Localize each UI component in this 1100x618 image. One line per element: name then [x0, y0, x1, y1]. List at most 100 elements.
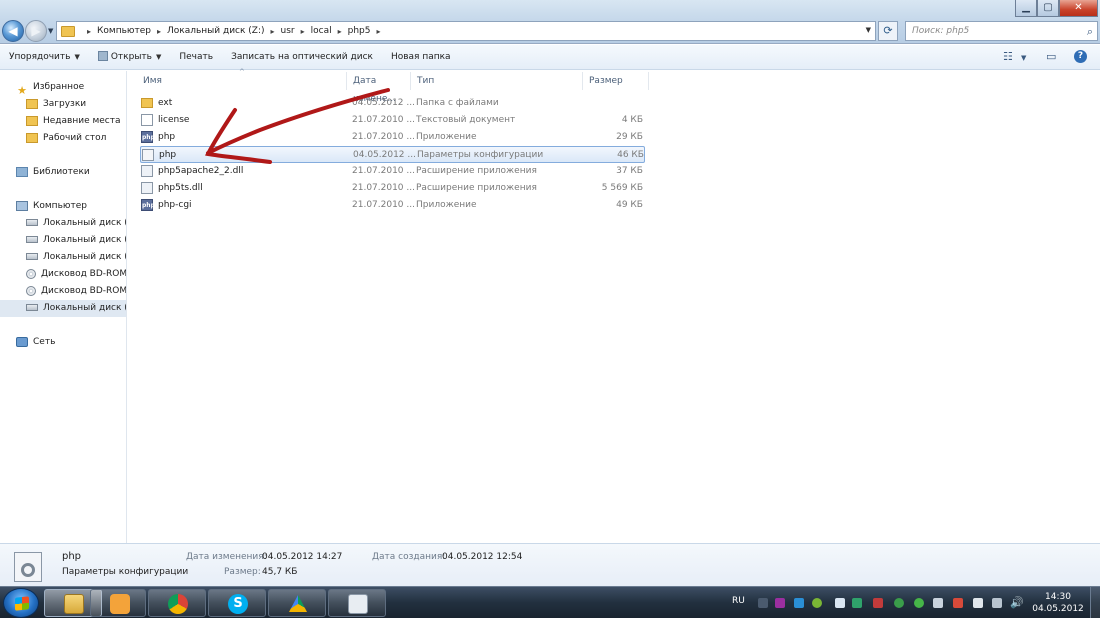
disc-icon	[26, 268, 36, 279]
dll-file-icon	[141, 181, 153, 194]
preview-pane-icon[interactable]: ▭	[1046, 50, 1056, 63]
column-header-date[interactable]: Дата измене...	[349, 72, 411, 104]
help-icon[interactable]: ?	[1074, 50, 1087, 63]
file-date-cell: 21.07.2010 ...	[352, 200, 414, 210]
search-input[interactable]: Поиск: php5 ⌕	[905, 21, 1098, 41]
chevron-right-icon[interactable]: ▸	[377, 27, 381, 36]
start-button[interactable]	[3, 588, 39, 618]
tray-app-icon[interactable]	[794, 598, 804, 608]
file-type-cell: Параметры конфигурации	[417, 150, 544, 160]
new-folder-button[interactable]: Новая папка	[382, 45, 460, 70]
chevron-right-icon[interactable]: ▸	[87, 27, 91, 36]
file-row[interactable]: php5ts.dll 21.07.2010 ... Расширение прило…	[140, 180, 645, 197]
file-size-cell: 29 КБ	[616, 132, 643, 142]
breadcrumb-usr[interactable]: usr	[281, 26, 295, 36]
open-label: Открыть	[110, 51, 152, 62]
search-icon[interactable]: ⌕	[1087, 23, 1093, 41]
forward-button[interactable]: ▶	[25, 20, 47, 42]
star-icon: ★	[17, 83, 27, 97]
breadcrumb-drive[interactable]: Локальный диск (Z:)	[167, 26, 265, 36]
chevron-right-icon[interactable]: ▸	[157, 27, 161, 36]
folder-icon	[26, 132, 38, 143]
file-row[interactable]: php php 21.07.2010 ... Приложение 29 КБ	[140, 129, 645, 146]
column-header-type[interactable]: Тип	[413, 72, 583, 90]
organize-button[interactable]: Упорядочить ▼	[0, 45, 89, 70]
taskbar-app-notepad[interactable]	[328, 589, 386, 617]
address-dropdown-icon[interactable]: ▼	[866, 26, 871, 34]
tray-app-icon[interactable]	[835, 598, 845, 608]
taskbar-app-google-drive[interactable]	[268, 589, 326, 617]
chevron-down-icon: ▼	[155, 52, 162, 61]
file-name-cell: php	[142, 147, 342, 164]
file-row[interactable]: php 04.05.2012 ... Параметры конфигурации 4…	[140, 146, 645, 163]
history-dropdown-icon[interactable]: ▼	[48, 27, 53, 35]
sidebar-item[interactable]: ★ Избранное	[0, 79, 126, 97]
tray-app-icon[interactable]	[812, 598, 822, 608]
sidebar-item[interactable]: Загрузки	[0, 96, 126, 113]
file-size-cell: 46 КБ	[617, 150, 644, 160]
breadcrumb-php5[interactable]: php5	[348, 26, 371, 36]
sidebar-item[interactable]: Дисковод BD-ROM	[0, 266, 126, 283]
print-button[interactable]: Печать	[170, 45, 222, 70]
tray-app-icon[interactable]	[894, 598, 904, 608]
back-button[interactable]: ◀	[2, 20, 24, 42]
close-button[interactable]: ✕	[1059, 0, 1098, 17]
tray-app-icon[interactable]	[873, 598, 883, 608]
sidebar-item[interactable]: Дисковод BD-ROM	[0, 283, 127, 300]
sidebar-item-label: Загрузки	[43, 99, 87, 109]
view-options-icon[interactable]: ☷	[1003, 50, 1013, 63]
sidebar-item[interactable]: Недавние места	[0, 113, 126, 130]
tray-app-icon[interactable]	[758, 598, 768, 608]
view-dropdown-icon[interactable]: ▼	[1021, 54, 1026, 62]
dll-file-icon	[141, 164, 153, 177]
details-created-label: Дата создания:	[372, 552, 446, 562]
language-indicator[interactable]: RU	[732, 596, 745, 618]
maximize-button[interactable]: ▢	[1037, 0, 1059, 17]
file-row[interactable]: php php-cgi 21.07.2010 ... Приложение 49 КБ	[140, 197, 645, 214]
sidebar-item[interactable]: Сеть	[0, 334, 126, 351]
file-row[interactable]: php5apache2_2.dll 21.07.2010 ... Расширени…	[140, 163, 645, 180]
tray-app-icon[interactable]	[914, 598, 924, 608]
sidebar-item-label: Дисковод BD-ROM	[41, 286, 127, 296]
chevron-right-icon[interactable]: ▸	[301, 27, 305, 36]
library-icon	[16, 166, 28, 177]
address-bar[interactable]: ▸ Компьютер ▸ Локальный диск (Z:) ▸ usr …	[56, 21, 876, 41]
minimize-button[interactable]: ▁	[1015, 0, 1037, 17]
drive-icon	[26, 304, 38, 311]
sidebar-item[interactable]: Локальный диск (E:	[0, 249, 126, 266]
network-icon[interactable]	[992, 598, 1002, 608]
sidebar-item[interactable]: Локальный диск (Z	[0, 300, 126, 317]
sidebar-item-label: Сеть	[33, 337, 56, 347]
show-desktop-button[interactable]	[1090, 587, 1100, 618]
details-created-value: 04.05.2012 12:54	[442, 552, 523, 562]
taskbar-app-media-player[interactable]	[90, 589, 146, 617]
file-row[interactable]: license 21.07.2010 ... Текстовый документ 4…	[140, 112, 645, 129]
chevron-right-icon[interactable]: ▸	[271, 27, 275, 36]
volume-icon[interactable]: 🔊	[1010, 596, 1024, 618]
tray-app-icon[interactable]	[775, 598, 785, 608]
column-header-name[interactable]: Имя	[139, 72, 347, 90]
open-button[interactable]: Открыть ▼	[89, 45, 171, 70]
sidebar-item[interactable]: Компьютер	[0, 198, 126, 215]
sidebar-item[interactable]: Рабочий стол	[0, 130, 126, 147]
sidebar-item[interactable]: Локальный диск (D	[0, 232, 126, 249]
sidebar-item[interactable]: Библиотеки	[0, 164, 126, 181]
breadcrumb-computer[interactable]: Компьютер	[97, 26, 151, 36]
taskbar-app-chrome[interactable]	[148, 589, 206, 617]
tray-app-icon[interactable]	[953, 598, 963, 608]
tray-app-icon[interactable]	[852, 598, 862, 608]
tray-app-icon[interactable]	[973, 598, 983, 608]
file-size-cell: 4 КБ	[621, 115, 643, 125]
file-name-cell: license	[141, 112, 341, 129]
refresh-button[interactable]: ⟳	[878, 21, 898, 41]
breadcrumb-local[interactable]: local	[311, 26, 332, 36]
sidebar-item[interactable]: Локальный диск (C	[0, 215, 126, 232]
burn-button[interactable]: Записать на оптический диск	[222, 45, 382, 70]
column-header-size[interactable]: Размер	[585, 72, 649, 90]
clock[interactable]: 14:30 04.05.2012	[1030, 591, 1086, 615]
tray-app-icon[interactable]	[933, 598, 943, 608]
file-date-cell: 21.07.2010 ...	[352, 183, 414, 193]
file-row[interactable]: ext 04.05.2012 ... Папка с файлами	[140, 95, 645, 112]
chevron-right-icon[interactable]: ▸	[338, 27, 342, 36]
taskbar-app-skype[interactable]: S	[208, 589, 266, 617]
